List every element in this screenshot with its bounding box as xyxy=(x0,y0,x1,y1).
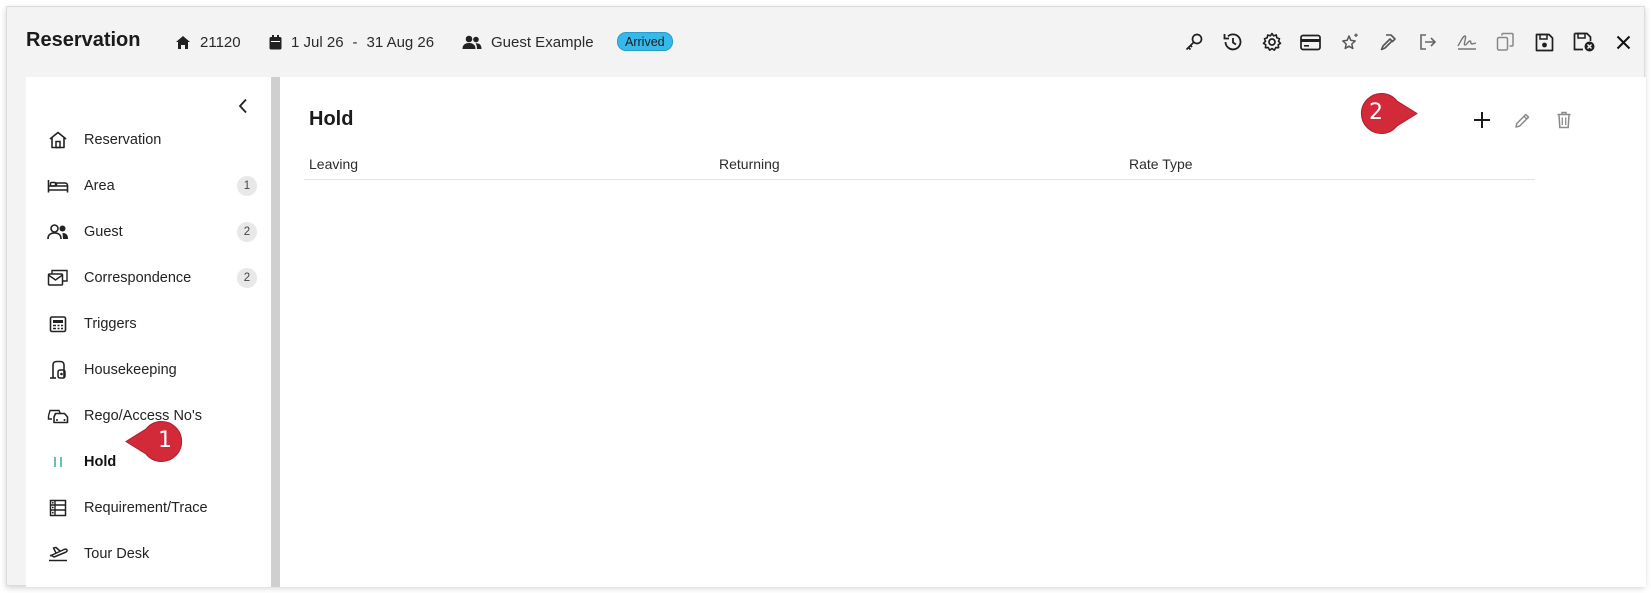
users-icon xyxy=(47,222,69,242)
save-icon xyxy=(1535,33,1554,51)
reservation-number-text: 21120 xyxy=(200,33,241,51)
sidebar-resize-handle[interactable] xyxy=(271,77,280,587)
section-title: Hold xyxy=(309,108,354,130)
header-bar: Reservation 21120 1 Jul 26 - 31 Aug 26 G… xyxy=(7,7,1644,77)
loyalty-button[interactable] xyxy=(1330,23,1369,62)
sidebar-item-reservation[interactable]: Reservation xyxy=(26,117,271,163)
date-to: 31 Aug 26 xyxy=(366,33,435,51)
sidebar-item-correspondence[interactable]: Correspondence 2 xyxy=(26,255,271,301)
checkout-button[interactable] xyxy=(1408,23,1447,62)
pause-icon xyxy=(47,452,69,472)
copy-button[interactable] xyxy=(1486,23,1525,62)
count-badge: 1 xyxy=(237,176,257,196)
settings-button[interactable] xyxy=(1252,23,1291,62)
users-icon xyxy=(462,35,482,49)
sidebar-item-label: Housekeeping xyxy=(84,362,177,378)
list-icon xyxy=(47,498,69,518)
vacuum-icon xyxy=(47,360,69,380)
maintenance-button[interactable] xyxy=(1369,23,1408,62)
history-button[interactable] xyxy=(1213,23,1252,62)
table-header: Leaving Returning Rate Type xyxy=(304,152,1535,180)
sidebar-item-requirement-trace[interactable]: Requirement/Trace xyxy=(26,485,271,531)
sidebar-item-tour-desk[interactable]: Tour Desk xyxy=(26,531,271,577)
calendar-grid-icon xyxy=(47,314,69,334)
signature-button[interactable] xyxy=(1447,23,1486,62)
sidebar-item-label: Triggers xyxy=(84,316,137,332)
edit-button[interactable] xyxy=(1502,101,1543,139)
callout-number: 2 xyxy=(1369,100,1383,125)
signature-icon xyxy=(1456,35,1476,50)
key-icon xyxy=(1185,33,1202,51)
close-icon xyxy=(1616,35,1631,49)
close-button[interactable] xyxy=(1603,23,1644,62)
callout-marker-2: 2 xyxy=(1353,92,1419,135)
callout-number: 1 xyxy=(158,428,172,453)
add-button[interactable] xyxy=(1461,101,1502,139)
count-badge: 2 xyxy=(237,268,257,288)
sidebar-item-label: Requirement/Trace xyxy=(84,500,208,516)
column-header-rate-type[interactable]: Rate Type xyxy=(1129,156,1193,172)
sidebar-item-label: Reservation xyxy=(84,132,162,148)
column-header-returning[interactable]: Returning xyxy=(719,156,780,172)
chevron-left-icon xyxy=(238,98,247,114)
bed-icon xyxy=(47,176,69,196)
plane-icon xyxy=(47,544,69,564)
pencil-icon xyxy=(1515,113,1530,128)
checkout-icon xyxy=(1419,34,1436,50)
home-icon xyxy=(47,130,69,150)
sidebar-item-label: Correspondence xyxy=(84,270,192,286)
key-button[interactable] xyxy=(1174,23,1213,62)
column-header-leaving[interactable]: Leaving xyxy=(309,156,358,172)
plus-icon xyxy=(1473,112,1490,128)
status-badge: Arrived xyxy=(617,32,673,51)
sidebar-item-area[interactable]: Area 1 xyxy=(26,163,271,209)
sidebar-nav: Reservation Area 1 Guest 2 Correspondenc… xyxy=(26,117,271,577)
reservation-number: 21120 xyxy=(175,7,241,77)
history-icon xyxy=(1223,33,1242,51)
save-close-icon xyxy=(1573,32,1594,52)
header-toolbar xyxy=(1174,7,1644,77)
settings-icon xyxy=(1262,32,1281,51)
sidebar-item-label: Tour Desk xyxy=(84,546,150,562)
sidebar: Reservation Area 1 Guest 2 Correspondenc… xyxy=(26,77,271,587)
delete-button[interactable] xyxy=(1543,101,1584,139)
page-title: Reservation xyxy=(26,29,141,51)
card-icon xyxy=(1300,34,1321,50)
hammer-icon xyxy=(1380,34,1396,51)
reservation-dates: 1 Jul 26 - 31 Aug 26 xyxy=(269,7,434,77)
payment-button[interactable] xyxy=(1291,23,1330,62)
callout-marker-1: 1 xyxy=(124,420,190,463)
sidebar-item-guest[interactable]: Guest 2 xyxy=(26,209,271,255)
count-badge: 2 xyxy=(237,222,257,242)
save-close-button[interactable] xyxy=(1564,23,1603,62)
sidebar-item-label: Hold xyxy=(84,454,117,470)
sidebar-item-label: Area xyxy=(84,178,115,194)
guest-name[interactable]: Guest Example xyxy=(462,7,594,77)
sidebar-item-triggers[interactable]: Triggers xyxy=(26,301,271,347)
date-separator: - xyxy=(352,33,358,51)
save-button[interactable] xyxy=(1525,23,1564,62)
section-actions xyxy=(1461,101,1584,139)
collapse-sidebar-button[interactable] xyxy=(230,93,256,119)
calendar-icon xyxy=(269,34,282,49)
trash-icon xyxy=(1557,111,1570,129)
callout-shape xyxy=(1360,93,1418,134)
guest-name-text: Guest Example xyxy=(491,33,594,51)
copy-icon xyxy=(1496,32,1514,51)
sidebar-item-housekeeping[interactable]: Housekeeping xyxy=(26,347,271,393)
home-icon xyxy=(176,35,190,49)
date-from: 1 Jul 26 xyxy=(291,33,344,51)
car-icon xyxy=(47,406,69,426)
main-panel: Hold Leaving Returning Rate Type xyxy=(280,77,1646,587)
sparkle-icon xyxy=(1341,33,1358,50)
callout-shape xyxy=(125,421,183,462)
mail-icon xyxy=(47,268,69,288)
sidebar-item-label: Guest xyxy=(84,224,123,240)
